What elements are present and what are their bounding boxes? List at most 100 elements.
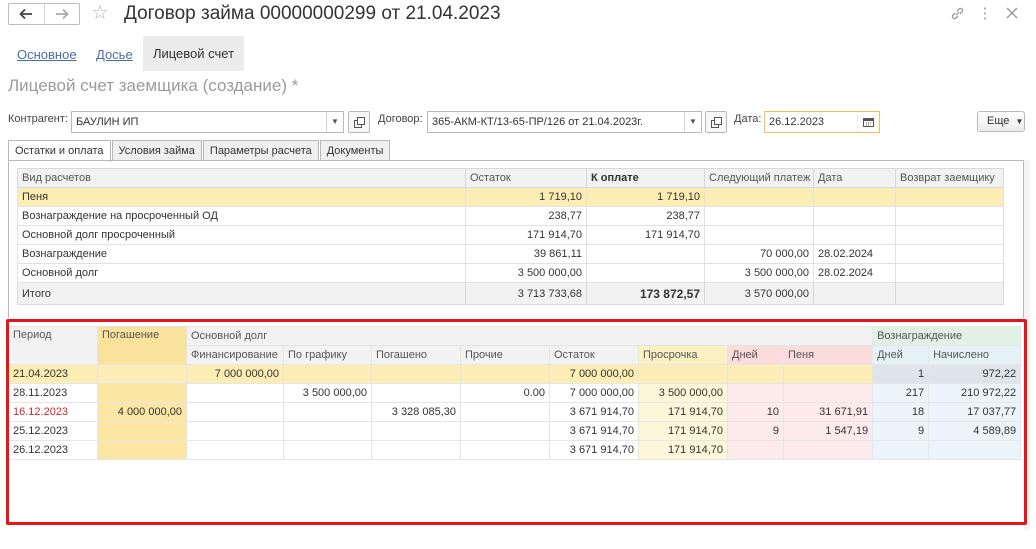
more-button[interactable]: Еще ▼ [977,111,1025,132]
total-cell [813,282,896,305]
cell [371,440,461,460]
table-row[interactable]: Основной долг просроченный 171 914,70 17… [17,225,1004,245]
cell [371,421,461,441]
close-icon[interactable] [1003,4,1021,22]
table-row[interactable]: 26.12.2023 3 671 914,70 171 914,70 [8,440,1022,460]
schedule-table: Период Погашение Основной долг Вознаграж… [8,326,1022,460]
cell [186,421,284,441]
col-header[interactable]: Дней [727,345,784,365]
col-header[interactable]: Прочие [460,345,550,365]
cell: 21.04.2023 [8,364,98,384]
col-header[interactable]: Следующий платеж [704,168,814,188]
total-cell: 173 872,57 [586,282,705,305]
cell: 18 [872,402,930,422]
cell [727,364,784,384]
contract-field[interactable]: 365-АКМ-КТ/13-65-ПР/126 от 21.04.2023г. … [427,111,702,133]
table-row[interactable]: 28.11.2023 3 500 000,00 0.00 7 000 000,0… [8,383,1022,403]
cell: Основной долг просроченный [17,225,466,245]
cell [782,440,874,460]
cell [895,244,1004,264]
col-header[interactable]: Финансирование [186,345,284,365]
cell [928,440,1022,460]
cell [782,383,874,403]
col-header[interactable]: Погашено [371,345,461,365]
cell [186,440,284,460]
tab-calc-params[interactable]: Параметры расчета [202,140,319,161]
back-button[interactable] [9,4,44,24]
tab-loan-terms[interactable]: Условия займа [111,140,202,161]
favorite-star-icon[interactable]: ☆ [91,1,109,25]
col-header-reward: Вознаграждение [872,326,1022,346]
cell: Вознаграждение [17,244,466,264]
cell [895,263,1004,283]
cell [283,402,372,422]
cell: 3 671 914,70 [549,402,639,422]
total-cell: 3 570 000,00 [704,282,814,305]
history-nav [8,3,80,25]
header-row: Период Погашение Основной долг Вознаграж… [8,326,1022,365]
tab-documents[interactable]: Документы [319,140,391,161]
cell [813,187,896,207]
col-header-main-debt: Основной долг [185,326,874,346]
cell: 25.12.2023 [8,421,98,441]
col-header[interactable]: К оплате [586,168,705,188]
table-header: Вид расчетов Остаток К оплате Следующий … [17,168,1004,188]
cell [872,440,930,460]
col-header[interactable]: Начислено [928,345,1022,365]
tab-balances[interactable]: Остатки и оплата [8,140,111,162]
col-header-repayment[interactable]: Погашение [97,326,187,365]
col-header[interactable]: Дата [813,168,896,188]
cell: 171 914,70 [586,225,705,245]
cell: 1 [872,364,930,384]
col-header[interactable]: По графику [283,345,372,365]
cell: 3 500 000,00 [283,383,372,403]
balances-table: Вид расчетов Остаток К оплате Следующий … [17,168,1004,305]
col-header-period[interactable]: Период [8,326,98,365]
open-window-icon [710,116,722,128]
col-header[interactable]: Остаток [465,168,587,188]
cell: 4 589,89 [928,421,1022,441]
cell: 1 719,10 [586,187,705,207]
calendar-icon[interactable] [857,112,879,132]
more-menu-icon[interactable]: ⋮ [976,4,994,22]
chevron-down-icon[interactable]: ▼ [326,112,343,132]
table-row[interactable]: 21.04.2023 7 000 000,00 7 000 000,00 1 9… [8,364,1022,384]
forward-button[interactable] [43,4,80,24]
section-link-main[interactable]: Основное [17,40,77,70]
link-icon[interactable] [948,4,966,22]
table-row[interactable]: Пеня 1 719,10 1 719,10 [17,187,1004,207]
open-window-icon [353,116,365,128]
table-row[interactable]: 16.12.2023 4 000 000,00 3 328 085,30 3 6… [8,402,1022,422]
col-header[interactable]: Вид расчетов [17,168,466,188]
table-row[interactable]: Основной долг 3 500 000,00 3 500 000,00 … [17,263,1004,283]
counterparty-open-button[interactable] [348,111,370,133]
cell [586,263,705,283]
cell: Пеня [17,187,466,207]
counterparty-field[interactable]: БАУЛИН ИП ▼ [71,111,344,133]
contract-open-button[interactable] [705,111,727,133]
cell: 3 500 000,00 [704,263,814,283]
table-row[interactable]: Вознаграждение 39 861,11 70 000,00 28.02… [17,244,1004,264]
cell: 171 914,70 [465,225,587,245]
cell [638,364,728,384]
scrollbar[interactable] [1024,160,1030,530]
cell [460,421,550,441]
table-row[interactable]: 25.12.2023 3 671 914,70 171 914,70 9 1 5… [8,421,1022,441]
section-link-dossier[interactable]: Досье [96,40,133,70]
col-header[interactable]: Просрочка [638,345,728,365]
section-tab-account[interactable]: Лицевой счет [143,36,244,71]
cell: 7 000 000,00 [549,383,639,403]
form-title: Лицевой счет заемщика (создание) * [8,76,299,95]
col-header[interactable]: Дней [872,345,930,365]
cell [895,206,1004,226]
chevron-down-icon[interactable]: ▼ [684,112,701,132]
table-row[interactable]: Вознаграждение на просроченный ОД 238,77… [17,206,1004,226]
col-header[interactable]: Пеня [782,345,874,365]
cell [586,244,705,264]
cell [460,364,550,384]
cell: 1 547,19 [782,421,874,441]
col-header[interactable]: Возврат заемщику [895,168,1004,188]
cell [895,187,1004,207]
date-field[interactable]: 26.12.2023 [764,111,880,133]
col-header[interactable]: Остаток [549,345,639,365]
